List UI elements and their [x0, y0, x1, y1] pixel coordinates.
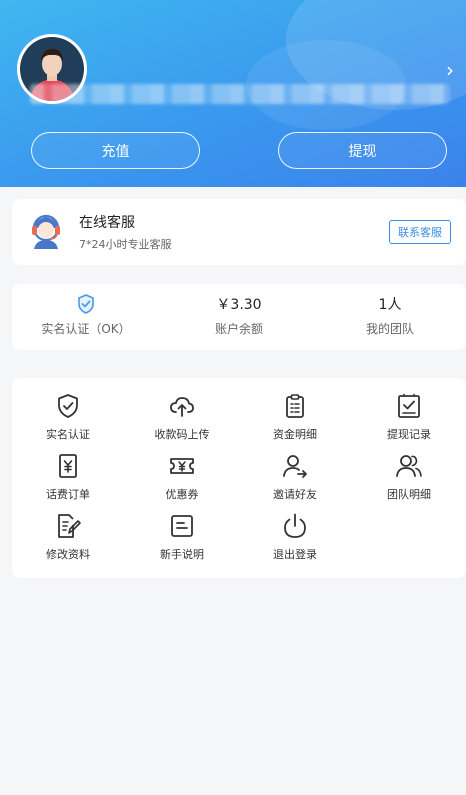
invite-user-icon: [283, 455, 307, 478]
menu-item-qr-upload[interactable]: 收款码上传: [132, 392, 232, 442]
menu-item-label: 收款码上传: [154, 428, 210, 441]
menu-item-label: 话费订单: [46, 488, 90, 501]
power-icon: [284, 513, 306, 538]
balance-label: 账户余额: [214, 322, 263, 336]
menu-item-logout[interactable]: 退出登录: [245, 512, 345, 562]
edit-document-icon: [58, 514, 81, 538]
guide-document-icon: [171, 515, 193, 537]
yen-receipt-icon: [59, 454, 77, 478]
menu-item-label: 优惠券: [165, 488, 199, 501]
menu-item-label: 实名认证: [46, 428, 90, 441]
team-count: 1人: [378, 297, 402, 313]
menu-item-verification[interactable]: 实名认证: [18, 392, 118, 442]
menu-item-coupons[interactable]: 优惠券: [132, 452, 232, 502]
menu-item-fund-details[interactable]: 资金明细: [245, 392, 345, 442]
team-label: 我的团队: [365, 322, 414, 336]
shield-check-icon: [58, 394, 78, 418]
menu-item-edit-profile[interactable]: 修改资料: [18, 512, 118, 562]
account-stats-card: 实名认证（OK） ￥3.30 账户余额 1人 我的团队: [12, 284, 466, 350]
service-title: 在线客服: [79, 215, 135, 231]
menu-item-phone-orders[interactable]: 话费订单: [18, 452, 118, 502]
profile-header: › 充值 提现: [0, 0, 466, 187]
customer-service-icon: [26, 211, 66, 255]
verification-label: 实名认证（OK）: [41, 322, 131, 336]
service-subtitle: 7*24小时专业客服: [79, 238, 172, 251]
contact-service-button[interactable]: 联系客服: [389, 220, 451, 244]
menu-grid: 实名认证 收款码上传 资金明细 提现记录 话费订单 优惠券 邀请好友 团队明细 …: [12, 378, 466, 578]
verification-stat[interactable]: 实名认证（OK）: [16, 294, 156, 337]
balance-value: ￥3.30: [216, 297, 262, 313]
withdraw-button[interactable]: 提现: [278, 132, 447, 169]
menu-item-invite-friends[interactable]: 邀请好友: [245, 452, 345, 502]
cloud-upload-icon: [170, 397, 194, 417]
menu-item-label: 修改资料: [46, 548, 90, 561]
menu-item-team-details[interactable]: 团队明细: [359, 452, 459, 502]
coupon-icon: [170, 458, 194, 474]
clipboard-check-icon: [398, 393, 420, 418]
clipboard-list-icon: [286, 394, 304, 418]
menu-item-label: 新手说明: [160, 548, 204, 561]
recharge-button[interactable]: 充值: [31, 132, 200, 169]
menu-item-label: 资金明细: [273, 428, 317, 441]
online-service-card: 在线客服 7*24小时专业客服 联系客服: [12, 199, 466, 265]
menu-item-label: 邀请好友: [273, 488, 317, 501]
menu-item-label: 提现记录: [387, 428, 431, 441]
menu-item-beginner-guide[interactable]: 新手说明: [132, 512, 232, 562]
balance-stat[interactable]: ￥3.30 账户余额: [169, 294, 309, 337]
team-stat[interactable]: 1人 我的团队: [320, 294, 460, 337]
chevron-right-icon[interactable]: ›: [446, 58, 454, 82]
verified-shield-icon: [16, 294, 156, 314]
username-blurred: [30, 84, 450, 104]
menu-item-withdraw-records[interactable]: 提现记录: [359, 392, 459, 442]
menu-item-label: 团队明细: [387, 488, 431, 501]
team-icon: [396, 455, 422, 477]
menu-item-label: 退出登录: [273, 548, 317, 561]
